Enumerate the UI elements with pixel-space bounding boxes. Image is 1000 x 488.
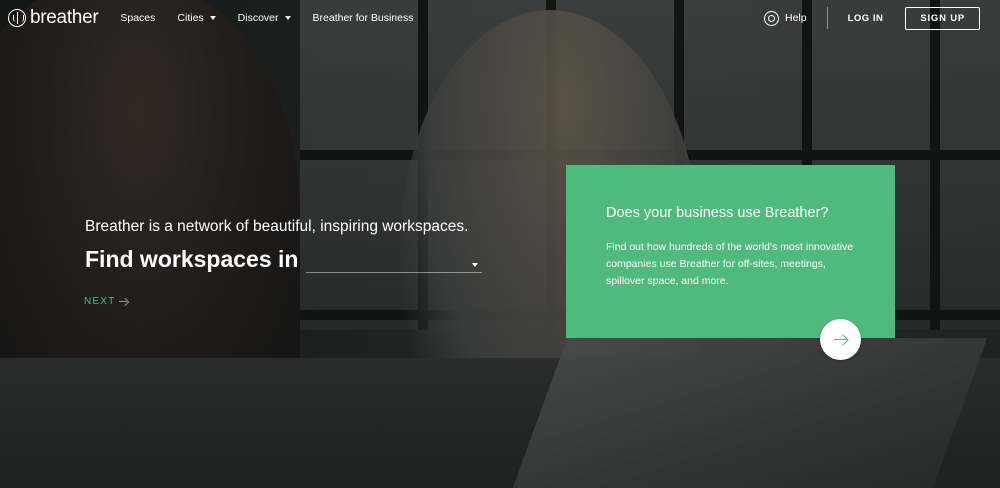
logo[interactable]: breather [8,7,99,29]
nav-item-cities[interactable]: Cities [177,12,216,24]
nav-item-label: Cities [177,12,204,24]
business-card: Does your business use Breather? Find ou… [566,165,895,338]
card-body: Find out how hundreds of the world's mos… [606,241,854,287]
caret-down-icon [472,263,479,267]
nav-item-label: Spaces [120,12,156,24]
nav-item-discover[interactable]: Discover [238,12,291,24]
find-row: Find workspaces in [85,246,483,273]
top-nav: breather Spaces Cities Discover Breather… [0,0,1000,36]
nav-item-spaces[interactable]: Spaces [120,12,155,24]
caret-down-icon [284,16,291,20]
nav-item-label: Discover [237,12,279,24]
next-label: NEXT [84,296,116,307]
nav-item-label: Breather for Business [312,12,414,24]
nav-divider [826,7,828,29]
lifebuoy-icon [763,10,779,26]
logo-text: breather [30,7,99,28]
find-workspaces-heading: Find workspaces in [85,246,299,272]
card-title: Does your business use Breather? [606,205,829,221]
hero-text: Breather is a network of beautiful, insp… [85,218,483,273]
arrow-right-icon [119,298,128,306]
arrow-right-icon [833,334,848,346]
login-link[interactable]: LOG IN [848,13,884,24]
help-label: Help [784,12,807,24]
help-link[interactable]: Help [763,10,807,26]
tree-icon [8,9,26,27]
city-select[interactable] [306,247,483,273]
caret-down-icon [209,16,216,20]
nav-right: Help LOG IN SIGN UP [763,6,992,30]
signup-button[interactable]: SIGN UP [905,6,980,30]
next-button[interactable]: NEXT [84,296,128,307]
hero-section: breather Spaces Cities Discover Breather… [0,0,1000,488]
hero-tagline: Breather is a network of beautiful, insp… [85,218,469,235]
card-arrow-button[interactable] [820,319,861,360]
nav-item-business[interactable]: Breather for Business [313,12,414,24]
